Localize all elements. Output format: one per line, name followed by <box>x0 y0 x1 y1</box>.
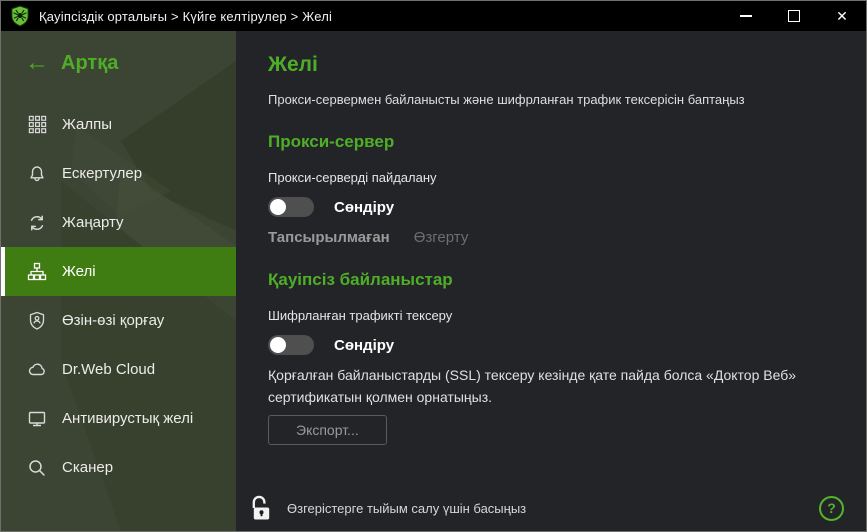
window-title: Қауіпсіздік орталығы > Күйге келтірулер … <box>39 9 332 24</box>
window-controls: ✕ <box>722 1 866 31</box>
sidebar-item-label: Антивирустық желі <box>62 410 193 427</box>
proxy-toggle-row: Сөндіру <box>268 197 866 217</box>
unlock-icon[interactable] <box>249 493 274 523</box>
network-icon <box>27 262 47 282</box>
back-label: Артқа <box>61 52 118 75</box>
network-settings-panel: Желі Прокси-сервермен байланысты және ши… <box>236 31 866 531</box>
cloud-icon <box>27 360 47 380</box>
search-icon <box>27 458 47 478</box>
sidebar-item-label: Жаңарту <box>62 214 124 231</box>
ssl-certificate-note: Қорғалған байланыстарды (SSL) тексеру ке… <box>268 364 866 408</box>
sidebar-item-label: Өзін-өзі қорғау <box>62 312 164 329</box>
sidebar-item-scanner[interactable]: Сканер <box>1 443 236 492</box>
lock-hint-text[interactable]: Өзгерістерге тыйым салу үшін басыңыз <box>287 501 526 516</box>
settings-sidebar: ← Артқа Жалпы <box>1 31 236 531</box>
secure-connections-heading: Қауіпсіз байланыстар <box>268 268 866 292</box>
grid-icon <box>27 115 47 135</box>
sidebar-item-label: Жалпы <box>62 116 112 133</box>
sidebar-item-update[interactable]: Жаңарту <box>1 198 236 247</box>
close-button[interactable]: ✕ <box>818 1 866 31</box>
sidebar-item-self-protection[interactable]: Өзін-өзі қорғау <box>1 296 236 345</box>
ssl-toggle[interactable] <box>268 335 314 355</box>
titlebar: Қауіпсіздік орталығы > Күйге келтірулер … <box>1 1 866 31</box>
sidebar-nav: Жалпы Ескертулер <box>1 100 236 492</box>
drweb-logo-icon <box>10 5 30 27</box>
sidebar-item-label: Dr.Web Cloud <box>62 361 155 378</box>
refresh-icon <box>27 213 47 233</box>
help-button[interactable]: ? <box>819 496 844 521</box>
proxy-toggle-label: Прокси-серверді пайдалану <box>268 169 866 186</box>
back-arrow-icon: ← <box>25 51 49 75</box>
back-button[interactable]: ← Артқа <box>25 51 236 75</box>
settings-footer: Өзгерістерге тыйым салу үшін басыңыз ? <box>236 485 866 531</box>
drweb-settings-window: Қауіпсіздік орталығы > Күйге келтірулер … <box>0 0 867 532</box>
sidebar-item-drweb-cloud[interactable]: Dr.Web Cloud <box>1 345 236 394</box>
shield-user-icon <box>27 311 47 331</box>
bell-icon <box>27 164 47 184</box>
ssl-toggle-state: Сөндіру <box>334 337 394 354</box>
proxy-change-link[interactable]: Өзгерту <box>414 229 469 246</box>
monitor-icon <box>27 409 47 429</box>
minimize-button[interactable] <box>722 1 770 31</box>
ssl-toggle-label: Шифрланған трафикті тексеру <box>268 307 866 324</box>
proxy-section-heading: Прокси-сервер <box>268 130 866 154</box>
close-icon: ✕ <box>836 8 848 25</box>
sidebar-item-notifications[interactable]: Ескертулер <box>1 149 236 198</box>
page-description: Прокси-сервермен байланысты және шифрлан… <box>268 91 866 108</box>
ssl-toggle-row: Сөндіру <box>268 335 866 355</box>
sidebar-item-general[interactable]: Жалпы <box>1 100 236 149</box>
maximize-icon <box>788 10 800 22</box>
minimize-icon <box>740 15 752 17</box>
sidebar-item-network[interactable]: Желі <box>1 247 236 296</box>
toggle-knob <box>270 199 286 215</box>
help-icon: ? <box>827 500 836 516</box>
sidebar-item-label: Желі <box>62 263 96 280</box>
proxy-toggle[interactable] <box>268 197 314 217</box>
sidebar-item-label: Сканер <box>62 459 113 476</box>
export-button[interactable]: Экспорт... <box>268 415 387 445</box>
proxy-status: Тапсырылмаған <box>268 229 390 246</box>
proxy-status-row: Тапсырылмаған Өзгерту <box>268 229 866 246</box>
maximize-button[interactable] <box>770 1 818 31</box>
toggle-knob <box>270 337 286 353</box>
sidebar-item-label: Ескертулер <box>62 165 142 182</box>
page-title: Желі <box>268 51 866 79</box>
sidebar-item-antivirus-network[interactable]: Антивирустық желі <box>1 394 236 443</box>
proxy-toggle-state: Сөндіру <box>334 199 394 216</box>
